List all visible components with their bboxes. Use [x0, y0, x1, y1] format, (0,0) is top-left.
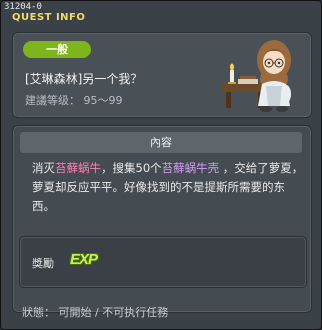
- npc-portrait-icon: [222, 40, 291, 112]
- desc-text: ，搜集50个: [101, 161, 162, 175]
- exp-icon: EXP: [70, 251, 98, 268]
- window-title: QUEST INFO: [12, 12, 86, 23]
- quest-name: [艾琳森林]另一个我？: [25, 72, 143, 86]
- required-level: 建議等级： 95～99: [25, 94, 123, 107]
- target-monster: 苔蘚蜗牛: [55, 161, 101, 175]
- title-bar[interactable]: QUEST INFO: [1, 1, 151, 27]
- reward-box: 獎勵 EXP: [19, 236, 307, 288]
- quest-type-badge: 一般: [23, 41, 91, 58]
- quest-description: 消灭苔蘚蜗牛，搜集50个苔蘚蜗牛壳 ，交给了萝夏，萝夏却反应平平。好像找到的不是…: [32, 159, 304, 216]
- desc-text: 消灭: [32, 161, 55, 175]
- quest-info-window: 31204-0 QUEST INFO 一般 [艾琳森林]另一个我？ 建議等级： …: [0, 0, 322, 330]
- content-header: 內容: [20, 132, 302, 153]
- reward-label: 獎勵: [32, 257, 54, 270]
- quest-status: 狀態： 可開始 / 不可执行任務: [22, 306, 169, 319]
- quest-summary-card: 一般 [艾琳森林]另一个我？ 建議等级： 95～99: [12, 32, 312, 118]
- target-item: 苔蘚蜗牛壳: [161, 161, 220, 175]
